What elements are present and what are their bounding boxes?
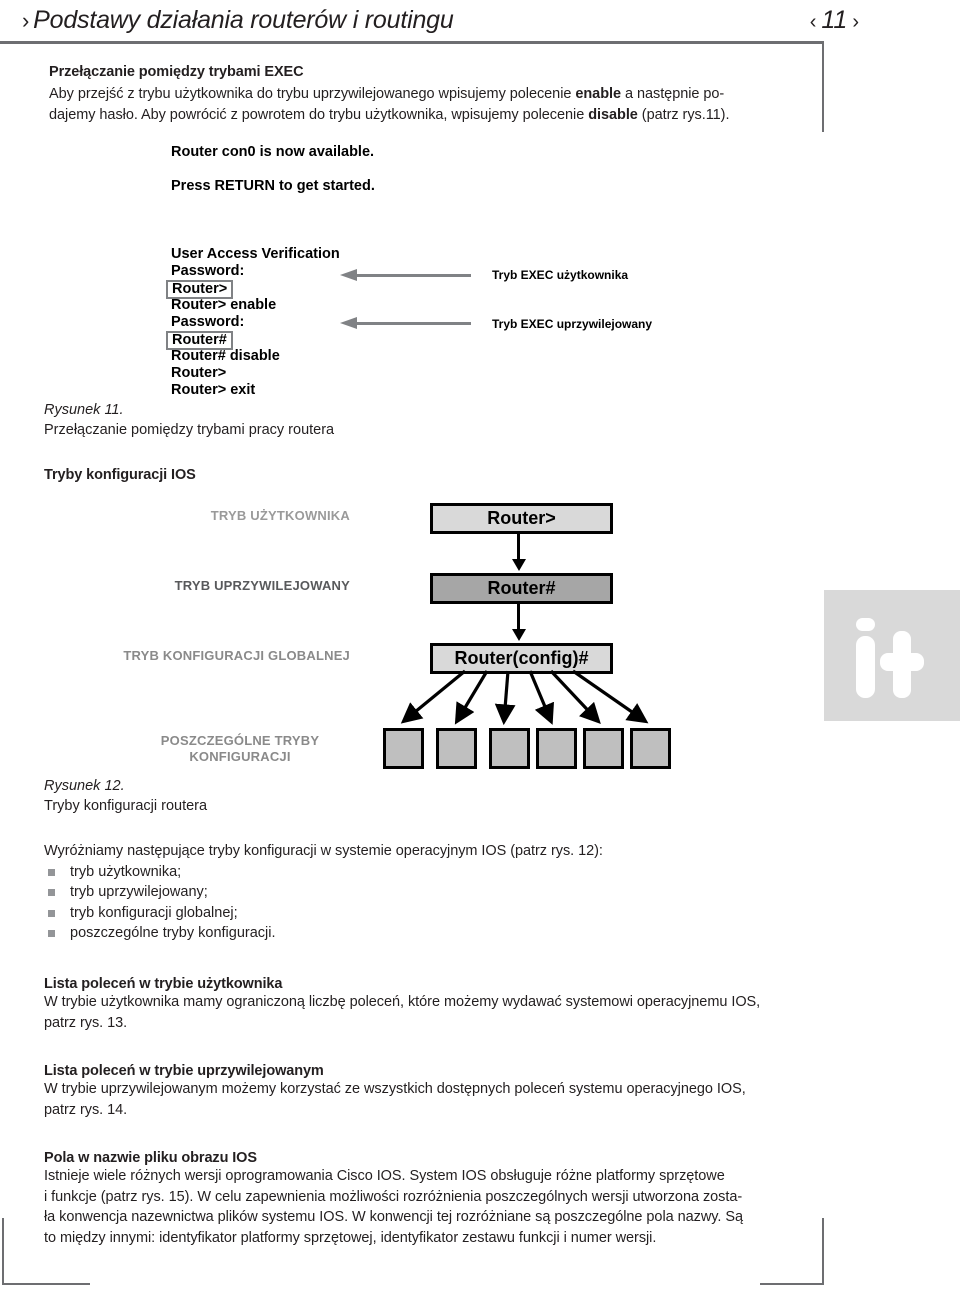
header-rule [0, 41, 824, 44]
terminal-line: Router> enable [171, 297, 277, 313]
ios-image-fields-line-4: to między innymi: identyfikator platform… [44, 1229, 657, 1246]
terminal-line: Press RETURN to get started. [171, 178, 375, 194]
terminal-line: User Access Verification [171, 246, 340, 262]
leaf-config-mode-box[interactable] [583, 728, 624, 769]
list-item: tryb użytkownika; [44, 862, 764, 883]
bullet-square-icon [48, 889, 55, 896]
leaf-config-mode-box[interactable] [489, 728, 530, 769]
leaf-config-mode-box[interactable] [383, 728, 424, 769]
list-item-label: tryb użytkownika; [70, 863, 182, 880]
exec-para-part-1: Aby przejść z trybu użytkownika do trybu… [49, 86, 576, 102]
privileged-commands-line-2: patrz rys. 14. [44, 1101, 128, 1118]
page-number: 11 [821, 6, 848, 34]
callout-label-privileged-mode: Tryb EXEC uprzywilejowany [492, 317, 653, 331]
arrow-head-icon [340, 269, 357, 281]
ios-image-fields-heading: Pola w nazwie pliku obrazu IOS [44, 1150, 257, 1166]
running-head-chevron-icon: › [22, 8, 30, 33]
exec-para-part-2: a następnie po- [621, 86, 725, 102]
leaf-config-mode-box[interactable] [536, 728, 577, 769]
leaf-config-mode-box[interactable] [436, 728, 477, 769]
frame-bottom-right-horizontal [760, 1283, 824, 1285]
mode-list-intro: Wyróżniamy następujące tryby konfiguracj… [44, 843, 603, 859]
exec-switching-paragraph: Aby przejść z trybu użytkownika do trybu… [49, 84, 749, 125]
chevron-left-icon: ‹ [809, 11, 817, 33]
cmd-enable: enable [575, 86, 621, 102]
section-ios-image-fields: Pola w nazwie pliku obrazu IOS Istnieje … [44, 1150, 824, 1248]
ios-modes-heading: Tryby konfiguracji IOS [44, 467, 196, 483]
running-head-title: Podstawy działania routerów i routingu [33, 6, 454, 34]
ios-image-fields-line-3: ła konwencja nazewnictwa plików systemu … [44, 1209, 743, 1225]
exec-para-part-3: dajemy hasło. Aby powrócić z powrotem do… [49, 106, 589, 123]
terminal-line: Router# disable [171, 348, 280, 364]
mode-list: tryb użytkownika; tryb uprzywilejowany; … [44, 862, 764, 944]
user-commands-heading: Lista poleceń w trybie użytkownika [44, 976, 283, 992]
terminal-line: Router> [171, 365, 227, 381]
arrow-head-icon [340, 317, 357, 329]
figure-11-caption: Rysunek 11. Przełączanie pomiędzy trybam… [44, 400, 544, 440]
user-commands-line-1: W trybie użytkownika mamy ograniczoną li… [44, 994, 761, 1010]
callout-arrow-privileged-mode [340, 317, 480, 329]
logo-plus-horizontal [880, 653, 924, 671]
figure-12-mode-tree: TRYB UŻYTKOWNIKA TRYB UPRZYWILEJOWANY TR… [0, 495, 824, 775]
mode-list-block: Wyróżniamy następujące tryby konfiguracj… [44, 841, 764, 944]
header-rule-right-tick [822, 41, 824, 132]
terminal-line: Router> exit [171, 382, 256, 398]
logo-i-plus [824, 590, 960, 721]
running-head: › Podstawy działania routerów i routingu [22, 6, 922, 35]
frame-bottom-left-horizontal [2, 1283, 90, 1285]
callout-arrow-user-mode [340, 269, 480, 281]
figure-12-caption-number: Rysunek 12. [44, 778, 125, 794]
figure-12-caption-text: Tryby konfiguracji routera [44, 798, 208, 814]
list-item-label: tryb uprzywilejowany; [70, 884, 208, 900]
figure-11-caption-text: Przełączanie pomiędzy trybami pracy rout… [44, 422, 335, 438]
frame-bottom-left-vertical [2, 1218, 4, 1285]
ios-image-fields-line-2: i funkcje (patrz rys. 15). W celu zapewn… [44, 1188, 743, 1205]
list-item-label: tryb konfiguracji globalnej; [70, 904, 238, 921]
arrow-shaft [356, 274, 471, 277]
list-item: poszczególne tryby konfiguracji. [44, 923, 764, 944]
privileged-commands-line-1: W trybie uprzywilejowanym możemy korzyst… [44, 1081, 746, 1097]
exec-para-part-4: (patrz rys.11). [637, 106, 730, 123]
ios-image-fields-line-1: Istnieje wiele różnych wersji oprogramow… [44, 1168, 725, 1184]
cmd-disable: disable [588, 106, 638, 123]
callout-label-user-mode: Tryb EXEC użytkownika [492, 268, 629, 282]
arrow-shaft [356, 322, 471, 325]
chevron-right-icon: › [852, 11, 859, 33]
privileged-commands-heading: Lista poleceń w trybie uprzywilejowanym [44, 1063, 324, 1079]
page-number-block: ‹ 11 › [805, 6, 864, 35]
figure-12-caption: Rysunek 12. Tryby konfiguracji routera [44, 776, 544, 816]
list-item-label: poszczególne tryby konfiguracji. [70, 925, 276, 941]
bullet-square-icon [48, 868, 55, 876]
bullet-square-icon [48, 909, 55, 917]
list-item: tryb konfiguracji globalnej; [44, 903, 764, 924]
exec-switching-heading: Przełączanie pomiędzy trybami EXEC [49, 64, 304, 80]
bullet-square-icon [48, 930, 55, 937]
section-privileged-commands: Lista poleceń w trybie uprzywilejowanym … [44, 1063, 804, 1120]
user-commands-line-2: patrz rys. 13. [44, 1014, 128, 1031]
section-user-commands: Lista poleceń w trybie użytkownika W try… [44, 976, 804, 1033]
list-item: tryb uprzywilejowany; [44, 882, 764, 903]
logo-i-dot [856, 618, 875, 631]
leaf-config-mode-box[interactable] [630, 728, 671, 769]
section-exec-switching: Przełączanie pomiędzy trybami EXEC Aby p… [49, 64, 749, 125]
logo-i-stem [856, 636, 875, 698]
figure-11-caption-number: Rysunek 11. [44, 402, 124, 418]
terminal-line: Router con0 is now available. [171, 144, 375, 160]
